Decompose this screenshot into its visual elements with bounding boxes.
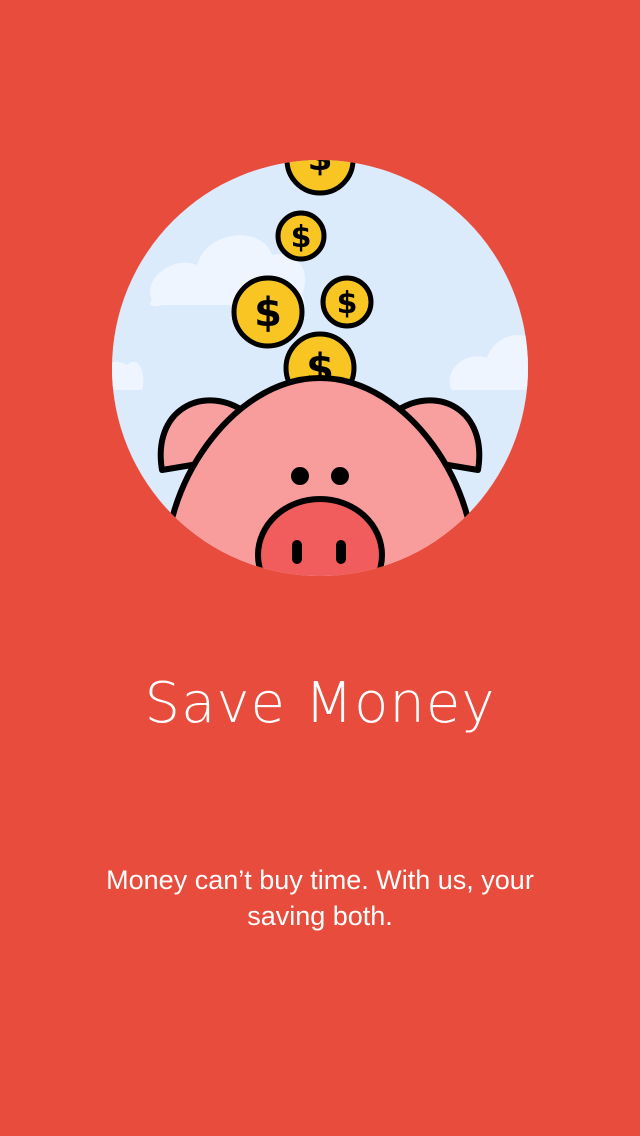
coin-icon: $: [275, 210, 327, 262]
onboarding-screen: $ $ $ $ $: [0, 0, 640, 1136]
piggy-bank-illustration: $ $ $ $ $: [112, 160, 528, 576]
piggy-bank-icon: [157, 374, 483, 576]
svg-text:$: $: [307, 160, 332, 179]
svg-text:$: $: [254, 290, 282, 336]
svg-text:$: $: [291, 220, 312, 255]
coin-icon: $: [231, 275, 305, 349]
page-title: Save Money: [144, 671, 496, 736]
page-subtitle: Money can’t buy time. With us, your savi…: [106, 865, 534, 931]
coin-icon: $: [320, 275, 374, 329]
svg-text:$: $: [337, 286, 358, 321]
